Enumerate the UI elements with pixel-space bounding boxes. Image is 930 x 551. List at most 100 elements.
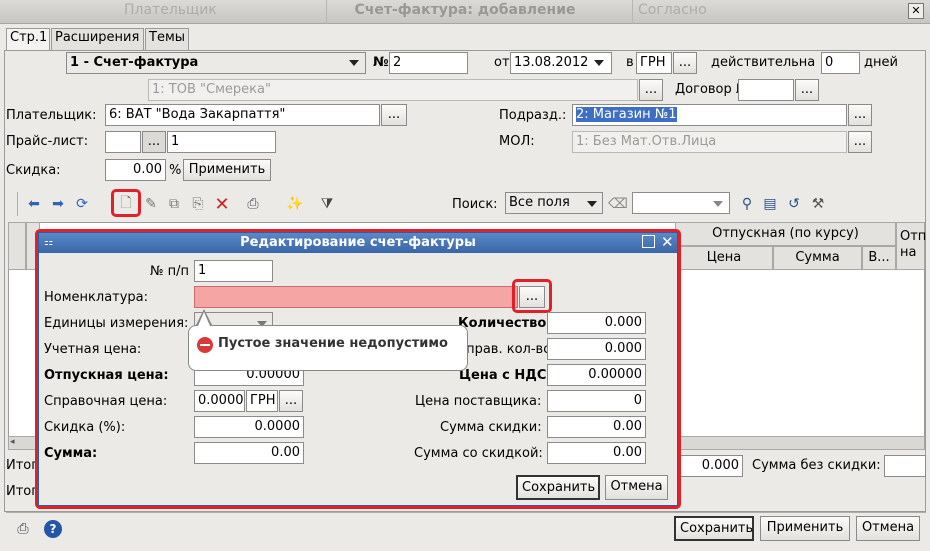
- print-icon[interactable]: ⎙: [14, 520, 32, 538]
- grid-corner: [8, 222, 26, 270]
- np-field[interactable]: 1: [194, 260, 273, 282]
- edit-document-icon[interactable]: ✎: [142, 195, 160, 213]
- toolbar-separator: [17, 192, 18, 216]
- eraser-icon[interactable]: ⌫: [608, 195, 628, 213]
- discount-pct-field[interactable]: 0.0000: [194, 416, 304, 438]
- firm-lookup-button[interactable]: ...: [639, 79, 663, 101]
- chevron-down-icon: [349, 60, 359, 66]
- contract-field[interactable]: [738, 79, 794, 101]
- department-field[interactable]: 2: Магазин №1: [572, 104, 847, 126]
- dialog-close-icon[interactable]: ✕: [661, 233, 674, 251]
- help-icon[interactable]: ?: [44, 520, 62, 538]
- ref-price-lookup-button[interactable]: ...: [279, 390, 303, 412]
- price-list-field[interactable]: 1: [167, 131, 276, 153]
- payer-lookup-button[interactable]: ...: [381, 104, 407, 126]
- tools-icon[interactable]: ⚒: [809, 195, 827, 213]
- tooltip-pointer-fill: [198, 312, 210, 326]
- discount-field[interactable]: 0.00: [105, 159, 166, 181]
- price-list-lookup-button[interactable]: ...: [142, 131, 166, 153]
- scroll-left-icon[interactable]: ◂: [10, 437, 15, 447]
- dialog-cancel-button[interactable]: Отмена: [605, 475, 668, 500]
- window-titlebar: Плательщик Счет-фактура: добавление Согл…: [0, 0, 930, 24]
- valid-days-field[interactable]: 0: [821, 52, 860, 74]
- supplier-price-field[interactable]: 0: [547, 390, 646, 412]
- nomenclature-lookup-button[interactable]: ...: [519, 286, 545, 308]
- arrow-right-icon[interactable]: ➡: [49, 195, 67, 213]
- tooltip-text: Пустое значение недопустимо: [218, 336, 448, 351]
- nomenclature-field[interactable]: [194, 286, 518, 308]
- chevron-down-icon: [587, 201, 597, 207]
- print-icon[interactable]: ⎙: [244, 195, 262, 213]
- doc-type-select[interactable]: 1 - Счет-фактура: [66, 52, 366, 74]
- total-label-1: Итог: [6, 458, 39, 473]
- magic-wand-icon[interactable]: ✨: [286, 195, 304, 213]
- save-button[interactable]: Сохранить: [674, 516, 754, 541]
- col-cut-line1: Отп: [900, 229, 927, 244]
- vat-price-label: Цена с НДС:: [459, 368, 552, 383]
- currency-field[interactable]: ГРН: [636, 52, 672, 74]
- paste-icon[interactable]: ⎘: [189, 195, 207, 213]
- payer-label: Плательщик:: [6, 108, 97, 123]
- tab-themes[interactable]: Темы: [145, 28, 189, 50]
- sum-with-discount-label: Сумма со скидкой:: [414, 446, 543, 461]
- ref-quantity-label: Справ. кол-во:: [457, 342, 556, 357]
- department-lookup-button[interactable]: ...: [848, 104, 872, 126]
- ref-price-currency[interactable]: ГРН: [246, 390, 278, 412]
- sum-with-discount-field[interactable]: 0.00: [547, 442, 646, 464]
- refresh-icon[interactable]: ⟳: [73, 195, 91, 213]
- copy-icon[interactable]: ⧉: [165, 195, 183, 213]
- dialog-title-text: Редактирование счет-фактуры: [240, 235, 476, 250]
- tab-page1[interactable]: Стр.1: [6, 28, 50, 51]
- department-value: 2: Магазин №1: [576, 107, 677, 122]
- currency-lookup-button[interactable]: ...: [673, 52, 697, 74]
- quantity-label: Количество:: [458, 316, 552, 331]
- sum-label: Сумма:: [44, 446, 98, 461]
- sum-field[interactable]: 0.00: [194, 442, 304, 464]
- price-list-code-field[interactable]: [105, 131, 141, 153]
- payer-field[interactable]: 6: ВАТ "Вода Закарпаття": [105, 104, 380, 126]
- number-field[interactable]: 2: [389, 52, 468, 74]
- total-field: 0.000: [677, 455, 743, 477]
- np-label: № п/п: [150, 264, 190, 279]
- col-cut[interactable]: Отп на: [896, 222, 927, 270]
- apply-button[interactable]: Применить: [760, 516, 850, 541]
- mol-label: МОЛ:: [499, 134, 535, 149]
- currency-label: в: [626, 55, 634, 70]
- filter-icon[interactable]: ⧩: [318, 195, 336, 213]
- discount-label: Скидка:: [6, 163, 61, 178]
- quantity-field[interactable]: 0.000: [547, 312, 646, 334]
- undo-icon[interactable]: ↺: [785, 195, 803, 213]
- contract-lookup-button[interactable]: ...: [795, 79, 819, 101]
- cancel-button[interactable]: Отмена: [856, 516, 920, 541]
- discount-pct-label: Скидка (%):: [44, 420, 126, 435]
- dialog-menu-icon[interactable]: ⚏: [44, 237, 53, 248]
- tab-extensions[interactable]: Расширения: [51, 28, 144, 50]
- supplier-price-label: Цена поставщика:: [415, 394, 542, 409]
- arrow-left-icon[interactable]: ⬅: [25, 195, 43, 213]
- maximize-icon[interactable]: [642, 235, 655, 248]
- vat-price-field[interactable]: 0.00000: [547, 364, 646, 386]
- ref-price-field[interactable]: 0.00000: [194, 390, 245, 412]
- col-v[interactable]: В...: [862, 246, 896, 270]
- col-price[interactable]: Цена: [675, 246, 773, 270]
- apply-discount-button[interactable]: Применить: [183, 159, 271, 181]
- percent-label: %: [169, 163, 182, 178]
- ref-quantity-field[interactable]: 0.000: [547, 338, 646, 360]
- col-sum[interactable]: Сумма: [773, 246, 862, 270]
- error-icon: [197, 337, 213, 353]
- grid-icon[interactable]: ▤: [761, 195, 779, 213]
- dialog-save-button[interactable]: Сохранить: [516, 475, 600, 500]
- chevron-down-icon: [594, 60, 604, 66]
- price-list-label: Прайс-лист:: [6, 134, 89, 149]
- new-document-icon[interactable]: 🗋: [117, 195, 135, 213]
- accounting-price-label: Учетная цена:: [44, 342, 142, 357]
- delete-icon[interactable]: ✕: [213, 194, 231, 215]
- close-window-button[interactable]: ✕: [908, 3, 924, 19]
- discount-sum-field[interactable]: 0.00: [547, 416, 646, 438]
- chevron-down-icon: [713, 201, 723, 207]
- grid-group-header: Отпускная (по курсу): [675, 222, 896, 246]
- binoculars-icon[interactable]: ⚲: [738, 195, 756, 213]
- date-from-label: от: [494, 55, 510, 70]
- search-label: Поиск:: [452, 197, 498, 212]
- mol-lookup-button[interactable]: ...: [848, 131, 872, 153]
